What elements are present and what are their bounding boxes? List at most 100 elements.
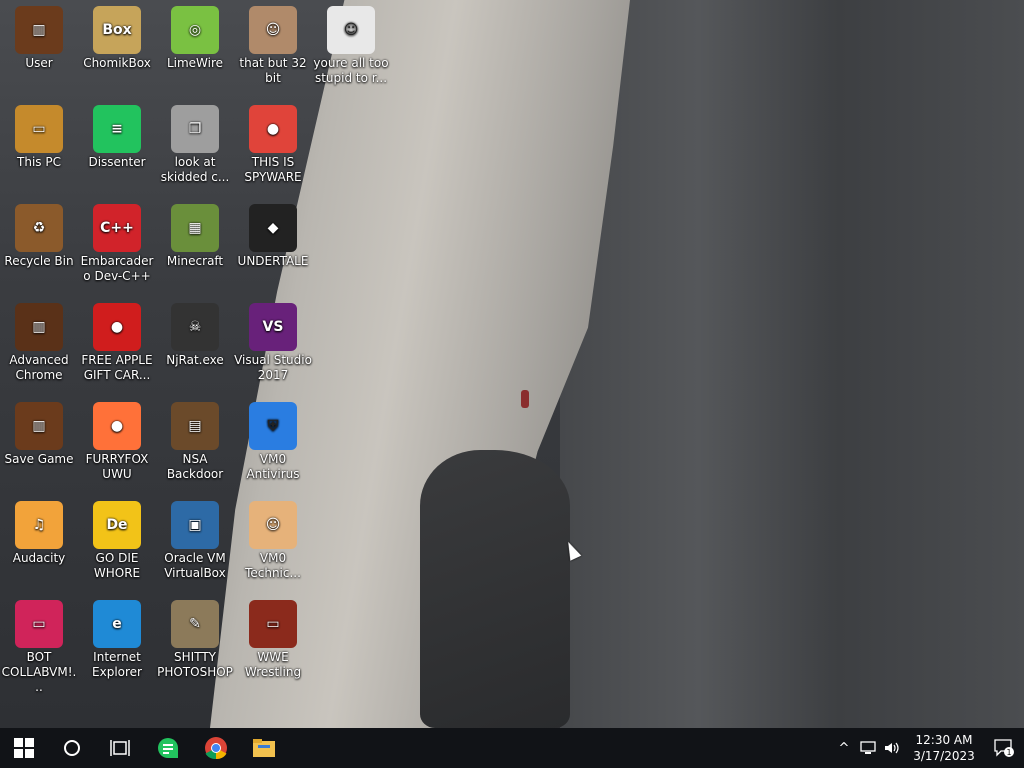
taskbar-clock[interactable]: 12:30 AM 3/17/2023 xyxy=(904,732,984,764)
desktop-icon-book[interactable]: ▥ Advanced Chrome xyxy=(0,299,78,383)
desktop-icon-label: youre all too stupid to r... xyxy=(313,56,389,85)
taskbar-file-explorer-button[interactable] xyxy=(240,728,288,768)
desktop-icon-visual-studio[interactable]: VS Visual Studio 2017 xyxy=(234,299,312,383)
virtualbox-icon: ▣ xyxy=(171,501,219,549)
desktop-icon-label: FREE APPLE GIFT CAR... xyxy=(81,353,153,382)
desktop-icon-label: Audacity xyxy=(12,551,66,565)
wallpaper-climber xyxy=(521,390,529,408)
monitor-icon: ▭ xyxy=(15,600,63,648)
desktop-icon-skull[interactable]: ☠ NjRat.exe xyxy=(156,299,234,368)
desktop-icon-label: User xyxy=(25,56,53,70)
clock-date: 3/17/2023 xyxy=(913,749,975,763)
wallpaper-boulder xyxy=(420,450,570,728)
desktop-icon-monitor[interactable]: ▭ BOT COLLABVM!... xyxy=(0,596,78,695)
desktop-icon-chat-bubble[interactable]: ≡ Dissenter xyxy=(78,101,156,170)
desktop-icon-doctor[interactable]: ☺ VM0 Technic... xyxy=(234,497,312,581)
devcpp-icon: C++ xyxy=(93,204,141,252)
desktop-icon-tv[interactable]: ▭ WWE Wrestling xyxy=(234,596,312,680)
folder-icon: ▥ xyxy=(15,402,63,450)
apple-icon: ● xyxy=(93,303,141,351)
desktop-icon-limewire[interactable]: ◎ LimeWire xyxy=(156,2,234,71)
desktop-icon-label: VM0 Technic... xyxy=(245,551,301,580)
desktop-icon-devcpp[interactable]: C++ Embarcadero Dev-C++ xyxy=(78,200,156,284)
desktop-icon-shield[interactable]: ⛨ VM0 Antivirus xyxy=(234,398,312,482)
shield-icon: ⛨ xyxy=(249,402,297,450)
gimp-icon: ✎ xyxy=(171,600,219,648)
edge-icon: e xyxy=(93,600,141,648)
desktop-icon-recycle-bin[interactable]: ♻ Recycle Bin xyxy=(0,200,78,269)
desktop-icon-apple[interactable]: ● FREE APPLE GIFT CAR... xyxy=(78,299,156,383)
desktop-icon-de[interactable]: De GO DIE WHORE xyxy=(78,497,156,581)
wallpaper-rock-right xyxy=(560,0,1024,728)
visual-studio-icon: VS xyxy=(249,303,297,351)
system-tray: ^ 12:30 AM 3/17/2023 1 xyxy=(832,728,1024,768)
desktop-icon-label: WWE Wrestling xyxy=(244,650,302,679)
grass-block-icon: ▦ xyxy=(171,204,219,252)
desktop-icon-folder-user[interactable]: ▥ User xyxy=(0,2,78,71)
notification-icon: 1 xyxy=(994,739,1014,757)
chrome-icon: ● xyxy=(249,105,297,153)
desktop-icon-label: BOT COLLABVM!... xyxy=(1,650,77,694)
de-icon: De xyxy=(93,501,141,549)
folder-user-icon: ▥ xyxy=(15,6,63,54)
desktop-icon-label: look at skidded c... xyxy=(160,155,230,184)
desktop-icon-folder[interactable]: ▥ Save Game xyxy=(0,398,78,467)
desktop-icon-edge[interactable]: e Internet Explorer xyxy=(78,596,156,680)
desktop-icon-computer[interactable]: ▭ This PC xyxy=(0,101,78,170)
hamster-icon: Box xyxy=(93,6,141,54)
desktop-icon-unity[interactable]: ◆ UNDERTALE xyxy=(234,200,312,269)
cortana-search-button[interactable] xyxy=(48,728,96,768)
desktop-icon-label: GO DIE WHORE xyxy=(93,551,141,580)
desktop-icon-label: LimeWire xyxy=(166,56,224,70)
doctor-icon: ☺ xyxy=(249,501,297,549)
desktop[interactable]: ▥ User Box ChomikBox ◎ LimeWire ☺ that but 32 b… xyxy=(0,0,1024,728)
desktop-icon-label: Embarcadero Dev-C++ xyxy=(80,254,154,283)
dissenter-icon xyxy=(158,738,178,758)
tray-volume-icon[interactable] xyxy=(880,741,904,755)
computer-icon: ▭ xyxy=(15,105,63,153)
desktop-icon-audacity[interactable]: ♫ Audacity xyxy=(0,497,78,566)
action-center-button[interactable]: 1 xyxy=(984,738,1024,758)
desktop-icon-label: Minecraft xyxy=(166,254,224,268)
desktop-icon-virtualbox[interactable]: ▣ Oracle VM VirtualBox xyxy=(156,497,234,581)
skull-icon: ☠ xyxy=(171,303,219,351)
cortana-circle-icon xyxy=(64,740,80,756)
chat-bubble-icon: ≡ xyxy=(93,105,141,153)
desktop-icon-radio[interactable]: ▤ NSA Backdoor xyxy=(156,398,234,482)
desktop-icon-label: Save Game xyxy=(4,452,74,466)
task-view-icon xyxy=(110,740,130,756)
desktop-icon-firefox[interactable]: ● FURRYFOX UWU xyxy=(78,398,156,482)
desktop-icon-label: VM0 Antivirus xyxy=(246,452,300,481)
tray-overflow-chevron-icon[interactable]: ^ xyxy=(832,741,856,756)
taskbar-dissenter-button[interactable] xyxy=(144,728,192,768)
desktop-icon-label: NSA Backdoor xyxy=(166,452,224,481)
svg-text:1: 1 xyxy=(1006,748,1011,757)
tv-icon: ▭ xyxy=(249,600,297,648)
desktop-icon-label: that but 32 bit xyxy=(239,56,307,85)
book-icon: ▥ xyxy=(15,303,63,351)
sketch-portrait-icon: ☺ xyxy=(327,6,375,54)
taskbar-chrome-button[interactable] xyxy=(192,728,240,768)
clock-time: 12:30 AM xyxy=(915,733,973,747)
tray-network-icon[interactable] xyxy=(856,741,880,755)
taskbar: ^ 12:30 AM 3/17/2023 1 xyxy=(0,728,1024,768)
desktop-icon-sketch-portrait[interactable]: ☺ youre all too stupid to r... xyxy=(312,2,390,86)
desktop-icon-chrome[interactable]: ● THIS IS SPYWARE xyxy=(234,101,312,185)
desktop-icon-label: UNDERTALE xyxy=(237,254,309,268)
start-button[interactable] xyxy=(0,728,48,768)
desktop-icon-copy-files[interactable]: ❐ look at skidded c... xyxy=(156,101,234,185)
desktop-icon-label: FURRYFOX UWU xyxy=(85,452,149,481)
desktop-icon-label: Visual Studio 2017 xyxy=(234,353,312,382)
unity-icon: ◆ xyxy=(249,204,297,252)
desktop-icon-hamster[interactable]: Box ChomikBox xyxy=(78,2,156,71)
desktop-icon-portrait[interactable]: ☺ that but 32 bit xyxy=(234,2,312,86)
desktop-icon-label: Oracle VM VirtualBox xyxy=(164,551,226,580)
desktop-icon-gimp[interactable]: ✎ SHITTY PHOTOSHOP xyxy=(156,596,234,680)
windows-logo-icon xyxy=(14,738,34,758)
desktop-icon-label: SHITTY PHOTOSHOP xyxy=(157,650,233,679)
portrait-icon: ☺ xyxy=(249,6,297,54)
audacity-icon: ♫ xyxy=(15,501,63,549)
file-explorer-icon xyxy=(253,739,275,757)
task-view-button[interactable] xyxy=(96,728,144,768)
desktop-icon-grass-block[interactable]: ▦ Minecraft xyxy=(156,200,234,269)
